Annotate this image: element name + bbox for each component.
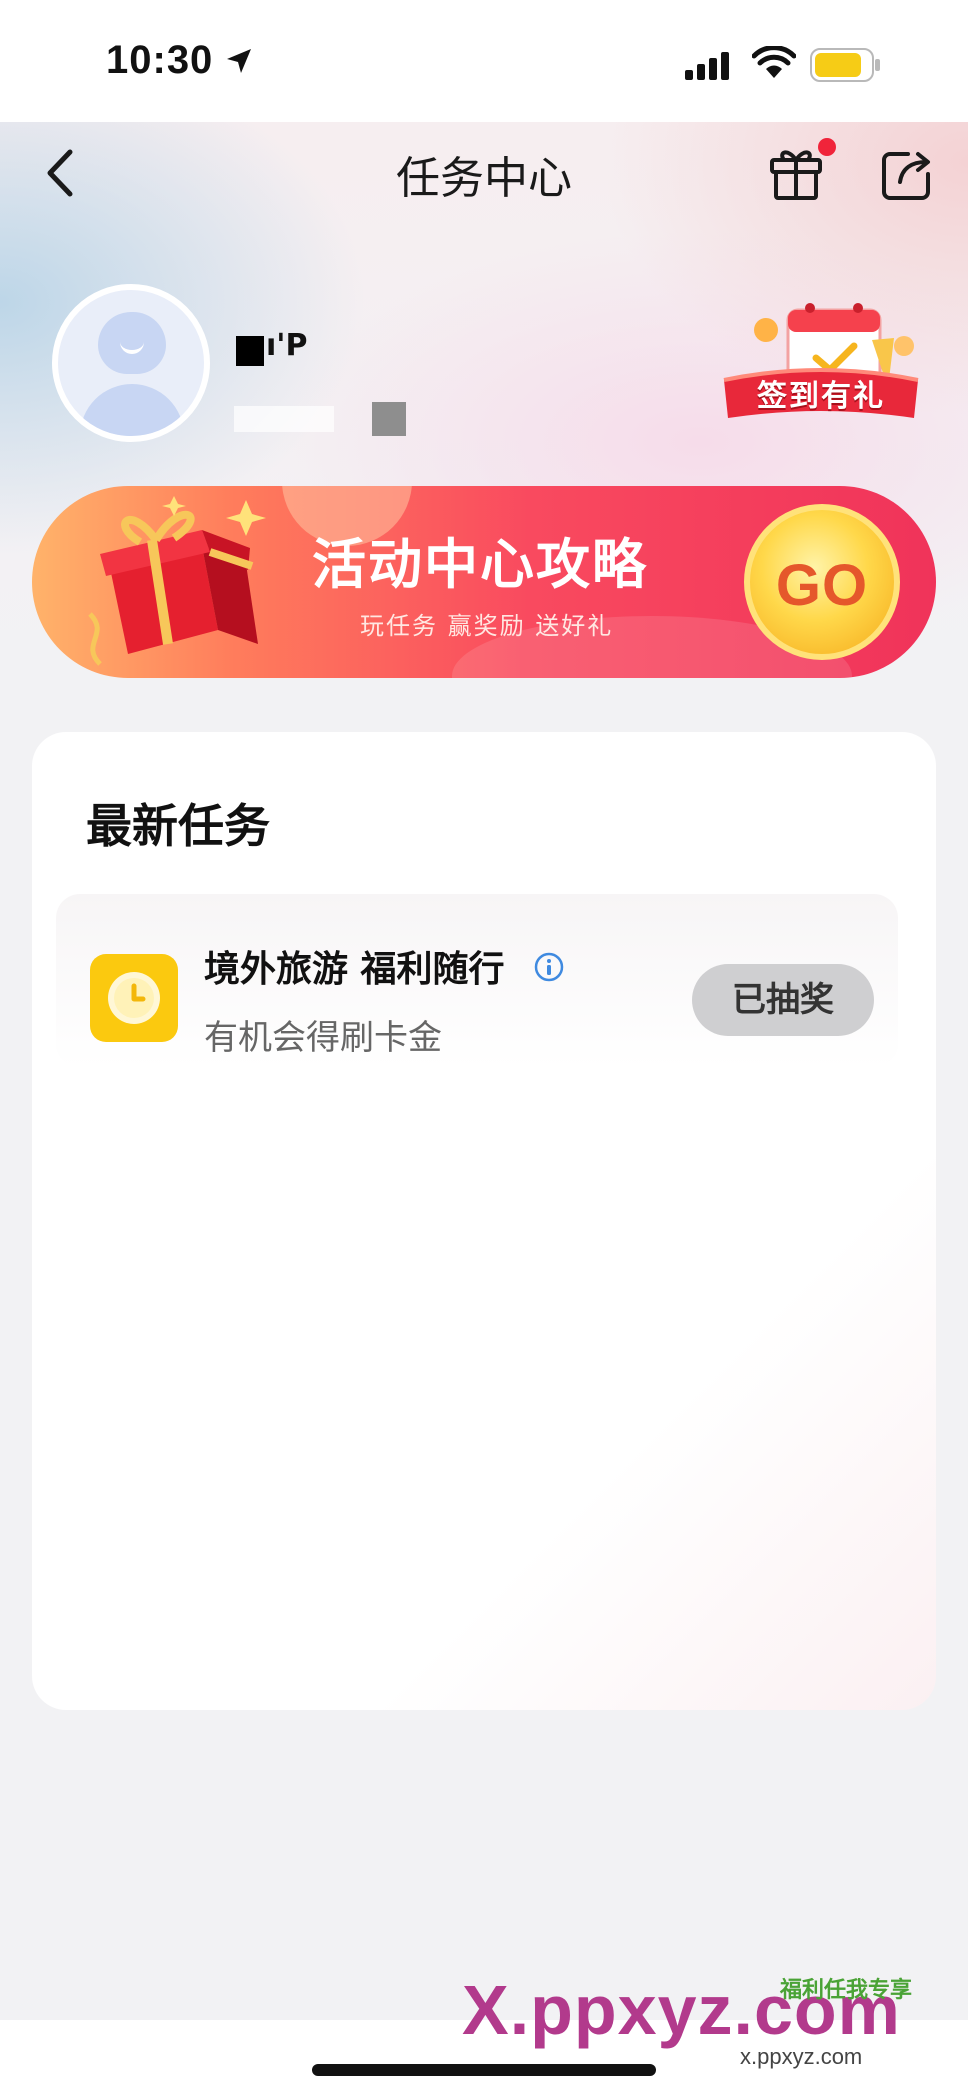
gift-box-icon (88, 496, 266, 666)
task-title: 境外旅游 福利随行 (204, 949, 505, 990)
gift-icon[interactable] (766, 142, 826, 202)
banner-title: 活动中心攻略 (312, 533, 648, 596)
status-time: 10:30 (106, 38, 214, 82)
user-name: ı'P (232, 328, 322, 370)
wifi-icon (752, 46, 796, 78)
banner-subtitle: 玩任务 赢奖励 送好礼 (360, 612, 614, 640)
cellular-signal-icon (685, 52, 729, 80)
status-bar: 10:30 (0, 0, 968, 122)
redacted-block (234, 406, 334, 432)
task-description: 有机会得刷卡金 (204, 1018, 442, 1058)
notification-dot (818, 138, 836, 156)
activity-banner[interactable]: 活动中心攻略 玩任务 赢奖励 送好礼 GO (32, 486, 936, 678)
user-name-text: ı'P (266, 328, 308, 363)
clock-hands (114, 978, 154, 1018)
task-section-title: 最新任务 (86, 799, 270, 853)
user-subtitle (232, 398, 412, 438)
info-icon[interactable] (534, 952, 564, 982)
avatar[interactable] (52, 284, 210, 442)
clock-icon (90, 954, 178, 1042)
location-arrow-icon (227, 49, 251, 73)
battery-icon (810, 48, 880, 82)
task-card (32, 732, 936, 1710)
avatar-body (80, 384, 184, 436)
go-button[interactable]: GO (744, 504, 900, 660)
home-indicator[interactable] (312, 2064, 656, 2076)
task-status-button[interactable]: 已抽奖 (692, 964, 874, 1036)
redacted-block (372, 402, 406, 436)
checkin-label: 签到有礼 (757, 379, 885, 414)
watermark-sub: x.ppxyz.com (740, 2044, 863, 2069)
redacted-block (236, 336, 264, 366)
watermark-tag: 福利任我专享 (780, 1978, 913, 2003)
go-button-label: GO (775, 553, 869, 618)
share-icon[interactable] (878, 146, 934, 202)
clock-face (108, 972, 160, 1024)
